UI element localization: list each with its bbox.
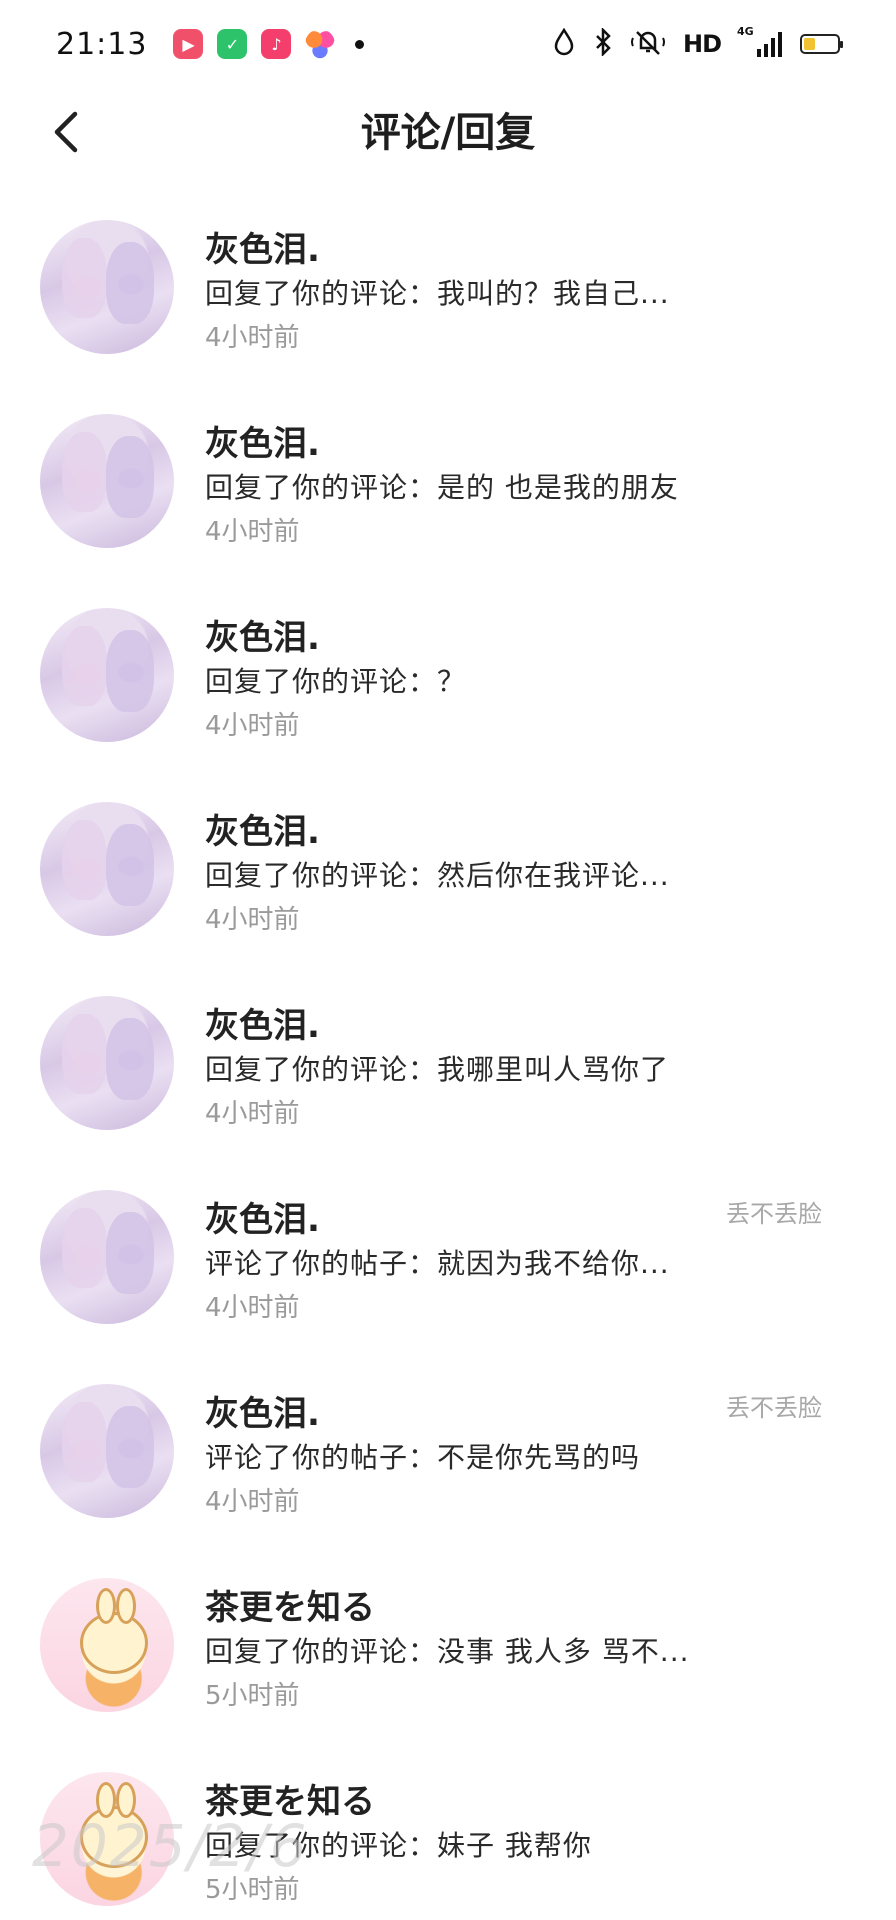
notification-item[interactable]: 灰色泪. 回复了你的评论：然后你在我评论... 4小时前 bbox=[0, 782, 896, 976]
bluetooth-icon bbox=[593, 26, 613, 61]
timestamp: 4小时前 bbox=[205, 905, 300, 935]
avatar[interactable] bbox=[40, 1384, 174, 1518]
mute-bell-icon bbox=[630, 28, 665, 61]
user-name[interactable]: 灰色泪. bbox=[205, 1192, 320, 1241]
notification-item[interactable]: 茶更を知る回复了你的评论：没事 我人多 骂不... 5小时前 bbox=[0, 1558, 896, 1752]
timestamp: 5小时前 bbox=[205, 1681, 300, 1711]
page-title: 评论/回复 bbox=[360, 110, 536, 156]
more-notifications-dot-icon bbox=[355, 39, 365, 49]
notification-icons: ▶ ✓ ♪ bbox=[173, 29, 365, 59]
user-name[interactable]: 茶更を知る bbox=[205, 1774, 375, 1823]
post-title-ref[interactable]: 丢不丢脸 bbox=[726, 1194, 822, 1229]
post-title-ref[interactable]: 丢不丢脸 bbox=[726, 1388, 822, 1423]
notification-text: 回复了你的评论：？ bbox=[205, 665, 467, 698]
status-bar: 21:13 ▶ ✓ ♪ HD 4G bbox=[0, 0, 896, 88]
notification-item[interactable]: 灰色泪. 回复了你的评论：我叫的？我自己... 4小时前 bbox=[0, 200, 896, 394]
timestamp: 4小时前 bbox=[205, 1293, 300, 1323]
timestamp: 4小时前 bbox=[205, 517, 300, 547]
chat-app-icon: ✓ bbox=[217, 29, 248, 59]
notification-text: 回复了你的评论：我叫的？我自己... bbox=[205, 277, 670, 310]
avatar[interactable] bbox=[40, 996, 174, 1130]
avatar[interactable] bbox=[40, 802, 174, 936]
gallery-app-icon bbox=[305, 29, 336, 59]
page: 21:13 ▶ ✓ ♪ HD 4G 评论/回复 灰色泪. 回复了你的评论：我叫的… bbox=[0, 0, 896, 1920]
notification-text: 回复了你的评论：我哪里叫人骂你了 bbox=[205, 1053, 670, 1086]
user-name[interactable]: 茶更を知る bbox=[205, 1580, 375, 1629]
notification-text: 回复了你的评论：没事 我人多 骂不... bbox=[205, 1635, 690, 1668]
avatar[interactable] bbox=[40, 220, 174, 354]
notification-item[interactable]: 灰色泪. 评论了你的帖子：不是你先骂的吗 4小时前 丢不丢脸 bbox=[0, 1364, 896, 1558]
timestamp: 4小时前 bbox=[205, 1099, 300, 1129]
network-type-label: 4G bbox=[737, 25, 754, 38]
battery-icon bbox=[800, 34, 843, 54]
notification-list[interactable]: 灰色泪. 回复了你的评论：我叫的？我自己... 4小时前 灰色泪. 回复了你的评论：是的… bbox=[0, 200, 896, 1920]
system-icons: HD 4G bbox=[553, 0, 843, 88]
notification-item[interactable]: 灰色泪. 回复了你的评论：？ 4小时前 bbox=[0, 588, 896, 782]
notification-text: 回复了你的评论：妹子 我帮你 bbox=[205, 1829, 592, 1862]
notification-item[interactable]: 灰色泪. 评论了你的帖子：就因为我不给你... 4小时前 丢不丢脸 bbox=[0, 1170, 896, 1364]
timestamp: 5小时前 bbox=[205, 1875, 300, 1905]
user-name[interactable]: 灰色泪. bbox=[205, 222, 320, 271]
avatar[interactable] bbox=[40, 414, 174, 548]
avatar[interactable] bbox=[40, 1772, 174, 1906]
status-time: 21:13 bbox=[56, 26, 148, 62]
notification-text: 回复了你的评论：是的 也是我的朋友 bbox=[205, 471, 679, 504]
user-name[interactable]: 灰色泪. bbox=[205, 1386, 320, 1435]
cellular-signal-icon: 4G bbox=[737, 25, 782, 57]
timestamp: 4小时前 bbox=[205, 711, 300, 741]
hd-label: HD bbox=[682, 30, 722, 58]
notification-item[interactable]: 灰色泪. 回复了你的评论：是的 也是我的朋友 4小时前 bbox=[0, 394, 896, 588]
notification-item[interactable]: 茶更を知る回复了你的评论：妹子 我帮你 5小时前 bbox=[0, 1752, 896, 1920]
header: 评论/回复 bbox=[0, 88, 896, 178]
user-name[interactable]: 灰色泪. bbox=[205, 416, 320, 465]
user-name[interactable]: 灰色泪. bbox=[205, 610, 320, 659]
notification-text: 评论了你的帖子：就因为我不给你... bbox=[205, 1247, 670, 1280]
avatar[interactable] bbox=[40, 1578, 174, 1712]
water-drop-icon bbox=[553, 27, 575, 61]
notification-item[interactable]: 灰色泪. 回复了你的评论：我哪里叫人骂你了 4小时前 bbox=[0, 976, 896, 1170]
avatar[interactable] bbox=[40, 1190, 174, 1324]
music-app-icon: ♪ bbox=[261, 29, 292, 59]
notification-text: 回复了你的评论：然后你在我评论... bbox=[205, 859, 670, 892]
user-name[interactable]: 灰色泪. bbox=[205, 804, 320, 853]
notification-text: 评论了你的帖子：不是你先骂的吗 bbox=[205, 1441, 641, 1474]
avatar[interactable] bbox=[40, 608, 174, 742]
user-name[interactable]: 灰色泪. bbox=[205, 998, 320, 1047]
battery-level bbox=[804, 38, 816, 50]
timestamp: 4小时前 bbox=[205, 323, 300, 353]
timestamp: 4小时前 bbox=[205, 1487, 300, 1517]
video-app-icon: ▶ bbox=[173, 29, 204, 59]
